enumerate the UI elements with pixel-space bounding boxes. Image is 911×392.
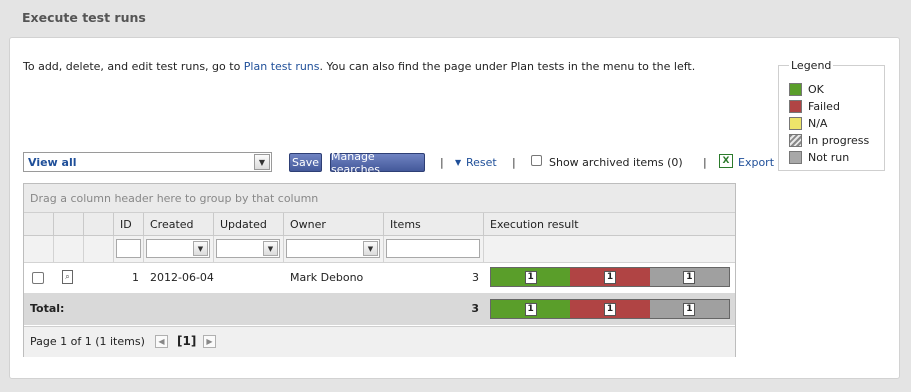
filter-cell — [54, 236, 84, 262]
filter-cell — [484, 236, 735, 262]
page-title: Execute test runs — [22, 10, 146, 25]
info-text: To add, delete, and edit test runs, go t… — [23, 60, 695, 73]
legend-item-ok: OK — [789, 82, 824, 96]
separator: | — [512, 156, 516, 169]
excel-icon[interactable]: X — [719, 154, 733, 168]
total-label: Total: — [30, 302, 65, 315]
filter-cell — [114, 236, 144, 262]
chevron-down-icon[interactable]: ▼ — [193, 241, 208, 256]
test-runs-grid: Drag a column header here to group by th… — [23, 183, 736, 357]
filter-row: ▼ ▼ ▼ — [24, 236, 735, 263]
filter-cell — [84, 236, 114, 262]
not-run-segment: 1 — [649, 300, 729, 318]
legend: Legend OK Failed N/A In progress Not run — [778, 59, 885, 171]
created-filter-select[interactable]: ▼ — [146, 239, 210, 258]
ok-count: 1 — [524, 302, 537, 316]
pager: Page 1 of 1 (1 items) ◀ [1] ▶ — [24, 326, 735, 357]
total-row: Total: 3 1 1 1 — [24, 293, 735, 325]
show-archived-label: Show archived items (0) — [549, 156, 683, 169]
column-header-created[interactable]: Created — [144, 213, 214, 235]
column-header-updated[interactable]: Updated — [214, 213, 284, 235]
view-details-icon[interactable]: ⌕ — [62, 270, 73, 284]
legend-label: N/A — [808, 116, 828, 130]
updated-filter-select[interactable]: ▼ — [216, 239, 280, 258]
chevron-down-icon[interactable]: ▼ — [254, 154, 270, 170]
main-panel: To add, delete, and edit test runs, go t… — [9, 37, 900, 379]
reset-link[interactable]: Reset — [466, 156, 497, 169]
filter-cell: ▼ — [144, 236, 214, 262]
show-archived-checkbox[interactable] — [531, 155, 542, 166]
cell-created: 2012-06-04 — [150, 271, 214, 284]
execution-result-bar: 1 1 1 — [490, 267, 730, 287]
total-result-bar: 1 1 1 — [490, 299, 730, 319]
failed-count: 1 — [603, 302, 617, 316]
manage-searches-button[interactable]: Manage searches — [330, 150, 425, 176]
cell-owner: Mark Debono — [290, 271, 364, 284]
not-run-segment: 1 — [649, 268, 729, 286]
caret-down-icon: ▼ — [455, 158, 462, 167]
ok-count: 1 — [524, 270, 537, 284]
chevron-down-icon[interactable]: ▼ — [363, 241, 378, 256]
not-run-swatch — [789, 150, 802, 164]
edit-column-header — [84, 213, 114, 235]
chevron-down-icon[interactable]: ▼ — [263, 241, 278, 256]
id-filter-input[interactable] — [116, 239, 141, 258]
legend-label: OK — [808, 82, 824, 96]
in-progress-swatch — [789, 133, 802, 147]
legend-item-na: N/A — [789, 116, 827, 130]
filter-cell: ▼ — [284, 236, 384, 262]
na-swatch — [789, 116, 802, 130]
separator: | — [703, 156, 707, 169]
total-items: 3 — [471, 302, 479, 315]
view-column-header — [54, 213, 84, 235]
legend-title: Legend — [789, 59, 834, 72]
failed-segment: 1 — [570, 268, 650, 286]
not-run-count: 1 — [683, 270, 696, 284]
view-select-value: View all — [28, 156, 77, 169]
ok-swatch — [789, 82, 802, 96]
column-header-id[interactable]: ID — [114, 213, 144, 235]
current-page[interactable]: [1] — [177, 334, 196, 348]
filter-cell — [384, 236, 484, 262]
table-row[interactable]: ⌕ 1 2012-06-04 Mark Debono 3 1 1 1 — [24, 263, 735, 292]
owner-filter-select[interactable]: ▼ — [286, 239, 380, 258]
prev-page-icon[interactable]: ◀ — [155, 335, 168, 348]
failed-swatch — [789, 99, 802, 113]
plan-test-runs-link[interactable]: Plan test runs — [244, 60, 320, 73]
select-column-header — [24, 213, 54, 235]
row-checkbox[interactable] — [32, 272, 44, 284]
export-link[interactable]: Export — [738, 156, 774, 169]
column-header-items[interactable]: Items — [384, 213, 484, 235]
legend-label: Not run — [808, 150, 850, 164]
items-filter-input[interactable] — [386, 239, 480, 258]
next-page-icon[interactable]: ▶ — [203, 335, 216, 348]
column-header-execution-result[interactable]: Execution result — [484, 213, 735, 235]
cell-id: 1 — [132, 271, 139, 284]
group-by-bar[interactable]: Drag a column header here to group by th… — [24, 184, 735, 213]
pager-text: Page 1 of 1 (1 items) — [30, 335, 145, 348]
ok-segment: 1 — [491, 300, 571, 318]
legend-label: Failed — [808, 99, 840, 113]
view-select[interactable]: View all ▼ — [23, 152, 272, 172]
group-hint: Drag a column header here to group by th… — [30, 192, 319, 205]
ok-segment: 1 — [491, 268, 571, 286]
cell-items: 3 — [472, 271, 479, 284]
filter-cell — [24, 236, 54, 262]
toolbar: View all ▼ Save Manage searches | ▼ Rese… — [23, 150, 783, 176]
not-run-count: 1 — [683, 302, 696, 316]
failed-segment: 1 — [570, 300, 650, 318]
separator: | — [440, 156, 444, 169]
filter-cell: ▼ — [214, 236, 284, 262]
legend-label: In progress — [808, 133, 870, 147]
legend-item-in-progress: In progress — [789, 133, 869, 147]
failed-count: 1 — [603, 270, 617, 284]
legend-item-not-run: Not run — [789, 150, 849, 164]
legend-item-failed: Failed — [789, 99, 840, 113]
save-button[interactable]: Save — [289, 153, 322, 172]
info-suffix: . You can also find the page under Plan … — [319, 60, 696, 73]
grid-header: ID Created Updated Owner Items Execution… — [24, 213, 735, 236]
column-header-owner[interactable]: Owner — [284, 213, 384, 235]
info-prefix: To add, delete, and edit test runs, go t… — [23, 60, 244, 73]
